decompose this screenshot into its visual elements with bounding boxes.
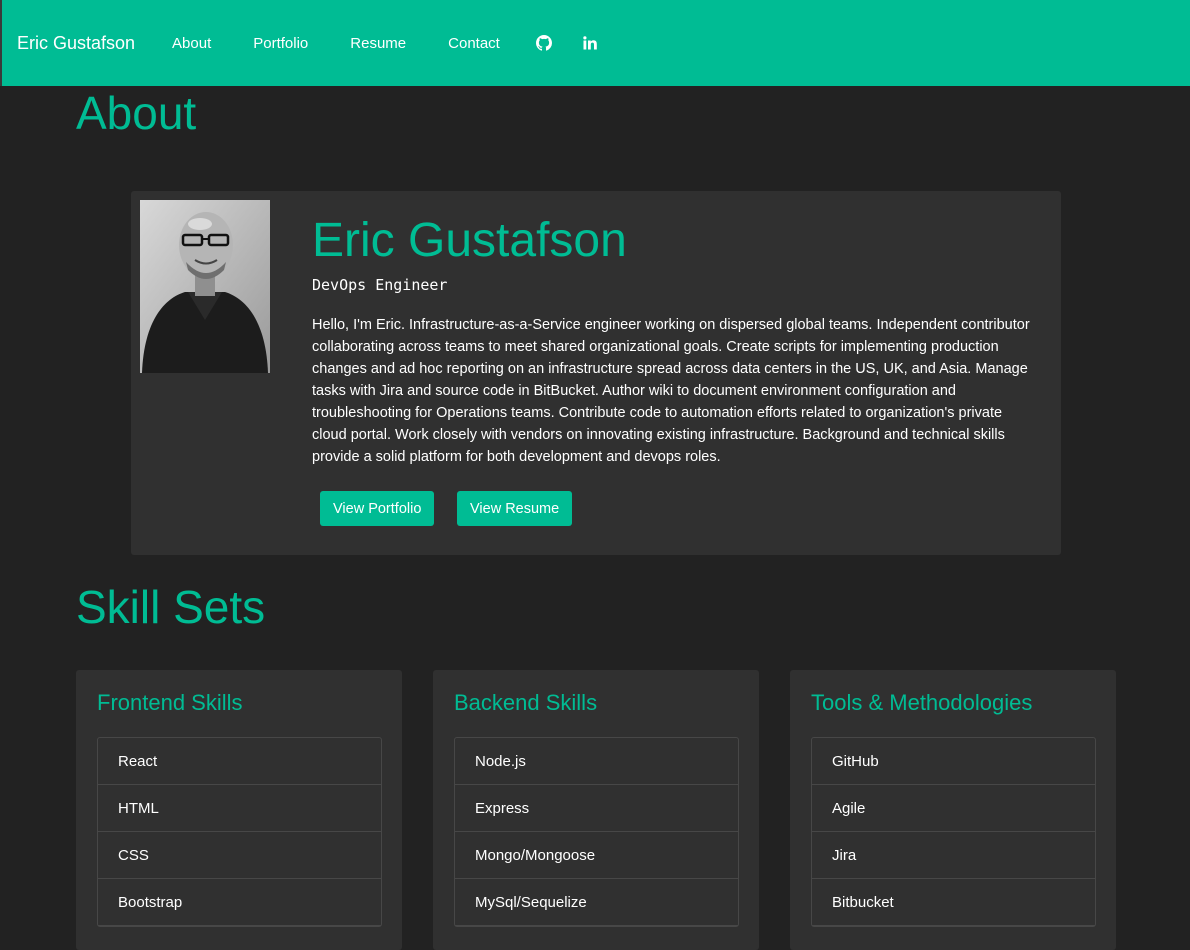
profile-bio: Hello, I'm Eric. Infrastructure-as-a-Ser…	[312, 317, 1030, 465]
list-item: Jira	[812, 832, 1095, 879]
list-item: Express	[455, 785, 738, 832]
backend-skills-card: Backend Skills Node.js Express Mongo/Mon…	[433, 670, 759, 950]
skill-list: Node.js Express Mongo/Mongoose MySql/Seq…	[454, 737, 739, 927]
linkedin-icon[interactable]	[567, 28, 613, 58]
list-item: Agile	[812, 785, 1095, 832]
brand-link[interactable]: Eric Gustafson	[17, 33, 135, 54]
list-item: Bitbucket	[812, 879, 1095, 926]
nav-link-about[interactable]: About	[151, 35, 232, 52]
skills-heading: Skill Sets	[76, 581, 266, 633]
list-item: Mongo/Mongoose	[455, 832, 738, 879]
skill-list: GitHub Agile Jira Bitbucket	[811, 737, 1096, 927]
tools-methodologies-card: Tools & Methodologies GitHub Agile Jira …	[790, 670, 1116, 950]
profile-photo	[140, 200, 270, 373]
skill-card-title: Tools & Methodologies	[811, 690, 1033, 715]
nav-link-portfolio[interactable]: Portfolio	[232, 35, 329, 52]
about-heading: About	[76, 87, 197, 139]
list-item: CSS	[98, 832, 381, 879]
nav-link-contact[interactable]: Contact	[427, 35, 521, 52]
profile-role: DevOps Engineer	[312, 276, 448, 294]
list-item: React	[98, 738, 381, 785]
list-item: GitHub	[812, 738, 1095, 785]
skill-card-title: Backend Skills	[454, 690, 598, 715]
list-item: Bootstrap	[98, 879, 381, 926]
about-card: Eric Gustafson DevOps Engineer Hello, I'…	[131, 191, 1061, 555]
github-icon[interactable]	[521, 28, 567, 58]
list-item: MySql/Sequelize	[455, 879, 738, 926]
skill-list: React HTML CSS Bootstrap	[97, 737, 382, 927]
navbar: Eric Gustafson About Portfolio Resume Co…	[0, 0, 1190, 86]
profile-name: Eric Gustafson	[312, 214, 627, 267]
list-item: HTML	[98, 785, 381, 832]
frontend-skills-card: Frontend Skills React HTML CSS Bootstrap	[76, 670, 402, 950]
nav-links: About Portfolio Resume Contact	[151, 28, 613, 58]
view-portfolio-button[interactable]: View Portfolio	[320, 491, 435, 526]
view-resume-button[interactable]: View Resume	[457, 491, 573, 526]
nav-link-resume[interactable]: Resume	[329, 35, 427, 52]
list-item: Node.js	[455, 738, 738, 785]
skill-card-title: Frontend Skills	[97, 690, 243, 715]
